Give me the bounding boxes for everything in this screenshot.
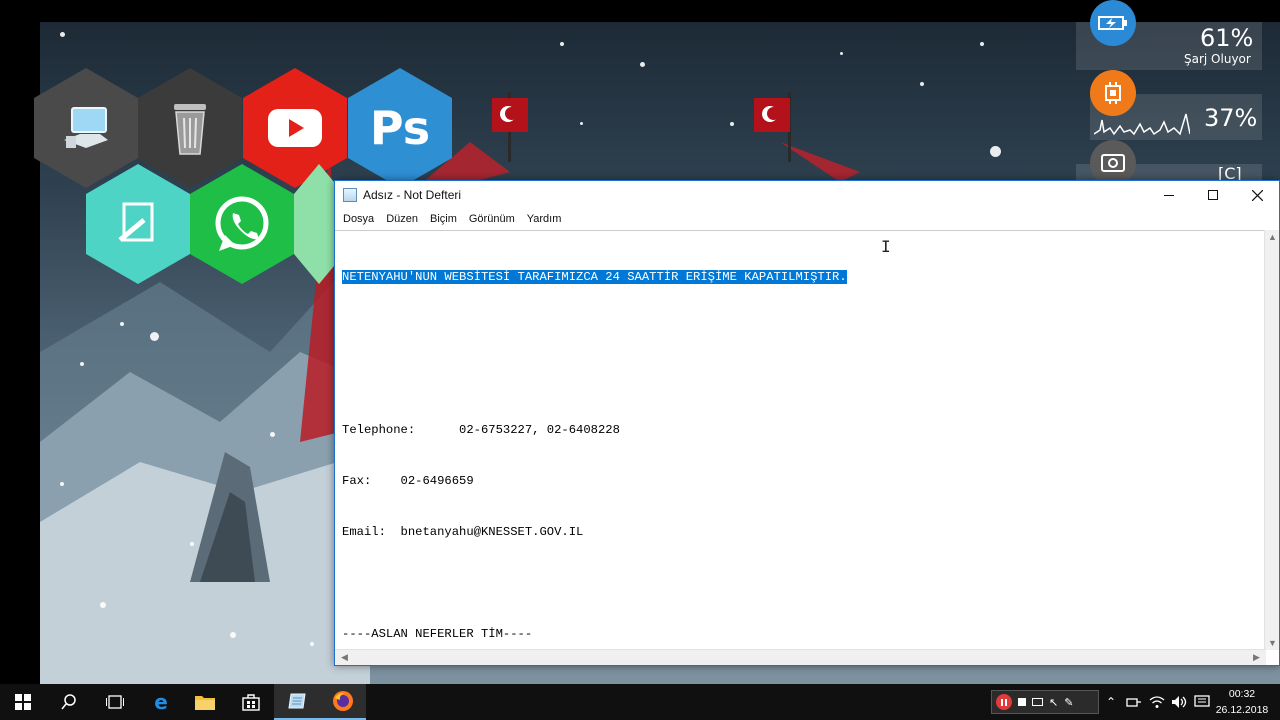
turkish-flag-left-icon (492, 98, 528, 132)
file-explorer-button[interactable] (182, 684, 228, 720)
edge-icon: e (154, 690, 168, 714)
notepad-app-icon (343, 188, 357, 202)
menu-duzen[interactable]: Düzen (380, 213, 424, 225)
clock-time: 00:32 (1228, 688, 1256, 700)
scroll-right-icon[interactable]: ▶ (1249, 652, 1264, 663)
cpu-usage-graph (1094, 113, 1190, 136)
telephone-line: Telephone: 02-6753227, 02-6408228 (342, 423, 620, 437)
edge-browser-button[interactable]: e (138, 684, 184, 720)
menu-bar: Dosya Düzen Biçim Görünüm Yardım (335, 209, 1279, 229)
text-cursor-icon: I (881, 237, 891, 256)
recorder-toolbar: ↖ ✎ (991, 690, 1099, 714)
start-button[interactable] (0, 684, 46, 720)
close-button[interactable] (1235, 181, 1279, 209)
maximize-icon (1208, 190, 1218, 200)
taskbar: e ↖ ✎ ⌃ 00:32 26.12.2018 (0, 684, 1280, 720)
stop-icon[interactable] (1018, 698, 1026, 706)
search-button[interactable] (46, 684, 92, 720)
horizontal-scrollbar[interactable]: ◀ ▶ (335, 649, 1266, 665)
notepad-taskbar-button[interactable] (274, 684, 320, 720)
chevron-up-icon: ⌃ (1105, 695, 1117, 709)
store-icon (242, 694, 260, 711)
scroll-left-icon[interactable]: ◀ (337, 652, 352, 663)
task-view-icon (106, 695, 124, 709)
task-view-button[interactable] (92, 684, 138, 720)
scroll-up-icon[interactable]: ▲ (1265, 232, 1280, 242)
turkish-flag-right-icon (754, 98, 790, 132)
drive-label: [C] (1218, 164, 1242, 180)
record-pause-icon[interactable] (996, 694, 1012, 710)
battery-percent: 61% (1200, 24, 1254, 52)
search-icon (61, 694, 76, 710)
notepad-icon (288, 693, 306, 709)
minimize-button[interactable] (1147, 181, 1191, 209)
photoshop-icon-label: Ps (369, 101, 431, 155)
screen: Ps 61% Şarj Oluyor 37% [C] Adsız - Not D… (0, 0, 1280, 720)
show-hidden-icons-button[interactable]: ⌃ (1102, 684, 1120, 720)
volume-icon[interactable] (1168, 684, 1190, 720)
notepad-window[interactable]: Adsız - Not Defteri Dosya Düzen Biçim Gö… (334, 180, 1280, 666)
title-bar[interactable]: Adsız - Not Defteri (335, 181, 1279, 209)
windows-logo-icon (15, 694, 31, 710)
scroll-down-icon[interactable]: ▼ (1265, 638, 1280, 648)
battery-status: Şarj Oluyor (1184, 52, 1251, 66)
action-center-icon[interactable] (1190, 684, 1214, 720)
taskbar-clock[interactable]: 00:32 26.12.2018 (1214, 686, 1270, 718)
battery-icon (1090, 0, 1136, 46)
close-icon (1251, 189, 1263, 201)
cpu-percent: 37% (1204, 104, 1258, 132)
menu-bicim[interactable]: Biçim (424, 213, 463, 225)
email-line: Email: bnetanyahu@KNESSET.GOV.IL (342, 525, 584, 539)
wifi-icon[interactable] (1146, 684, 1168, 720)
window-title: Adsız - Not Defteri (363, 188, 462, 202)
menu-yardim[interactable]: Yardım (521, 213, 568, 225)
firefox-button[interactable] (320, 684, 366, 720)
cursor-tool-icon[interactable]: ↖ (1049, 696, 1058, 709)
maximize-button[interactable] (1191, 181, 1235, 209)
text-editor[interactable]: NETENYAHU'NUN WEBSİTESİ TARAFIMIZCA 24 S… (335, 230, 1265, 650)
selected-text: NETENYAHU'NUN WEBSİTESİ TARAFIMIZCA 24 S… (342, 270, 847, 284)
menu-gorunum[interactable]: Görünüm (463, 213, 521, 225)
vertical-scrollbar[interactable]: ▲ ▼ (1264, 230, 1279, 650)
firefox-icon (333, 691, 353, 711)
folder-icon (195, 696, 215, 710)
minimize-icon (1164, 194, 1174, 196)
camera-icon[interactable] (1032, 698, 1043, 706)
pen-tool-icon[interactable]: ✎ (1064, 696, 1073, 709)
fax-line: Fax: 02-6496659 (342, 474, 474, 488)
clock-date: 26.12.2018 (1215, 704, 1269, 716)
store-button[interactable] (228, 684, 274, 720)
menu-dosya[interactable]: Dosya (337, 213, 380, 225)
signature-line: ----ASLAN NEFERLER TİM---- (342, 627, 533, 641)
power-plug-icon[interactable] (1124, 684, 1144, 720)
